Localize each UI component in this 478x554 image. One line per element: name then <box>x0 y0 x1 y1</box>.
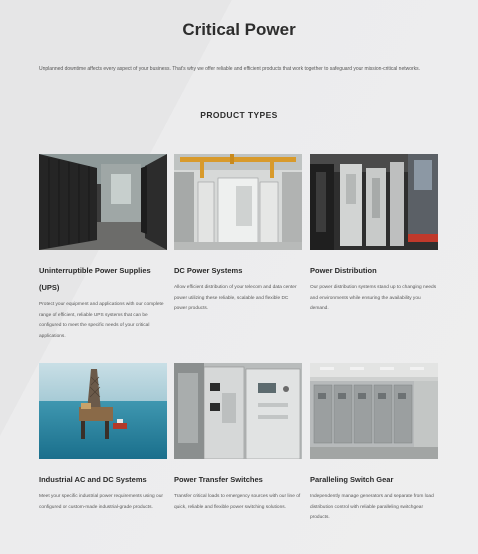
product-card-power-transfer-switches[interactable]: Power Transfer Switches Transfer critica… <box>174 363 302 513</box>
product-description: Our power distribution systems stand up … <box>310 285 437 311</box>
critical-power-page: Critical Power Unplanned downtime affect… <box>0 0 478 554</box>
intro-text: Unplanned downtime affects every aspect … <box>39 66 421 72</box>
power-distribution-racks-photo[interactable] <box>310 154 438 250</box>
product-description: Transfer critical loads to emergency sou… <box>174 494 301 510</box>
ups-cabinets-photo[interactable] <box>39 154 167 250</box>
section-heading-product-types: PRODUCT TYPES <box>200 110 278 120</box>
product-card-power-distribution[interactable]: Power Distribution Our power distributio… <box>310 154 438 315</box>
product-card-paralleling-switch-gear[interactable]: Paralleling Switch Gear Independently ma… <box>310 363 438 524</box>
switchgear-room-photo[interactable] <box>310 363 438 459</box>
product-card-dc-power[interactable]: DC Power Systems Allow efficient distrib… <box>174 154 302 315</box>
product-title[interactable]: Power Distribution <box>310 262 438 279</box>
product-description: Meet your specific industrial power requ… <box>39 494 163 510</box>
product-card-industrial-ac-dc[interactable]: Industrial AC and DC Systems Meet your s… <box>39 363 167 513</box>
offshore-oil-rig-photo[interactable] <box>39 363 167 459</box>
page-title: Critical Power <box>182 20 296 39</box>
product-title[interactable]: Industrial AC and DC Systems <box>39 471 167 488</box>
product-title[interactable]: DC Power Systems <box>174 262 302 279</box>
product-title[interactable]: Uninterruptible Power Supplies (UPS) <box>39 262 167 296</box>
product-card-ups[interactable]: Uninterruptible Power Supplies (UPS) Pro… <box>39 154 167 342</box>
transfer-switch-panel-photo[interactable] <box>174 363 302 459</box>
product-title[interactable]: Power Transfer Switches <box>174 471 302 488</box>
product-description: Protect your equipment and applications … <box>39 302 164 339</box>
dc-power-room-photo[interactable] <box>174 154 302 250</box>
product-description: Allow efficient distribution of your tel… <box>174 285 297 311</box>
product-description: Independently manage generators and sepa… <box>310 494 434 520</box>
product-title[interactable]: Paralleling Switch Gear <box>310 471 438 488</box>
